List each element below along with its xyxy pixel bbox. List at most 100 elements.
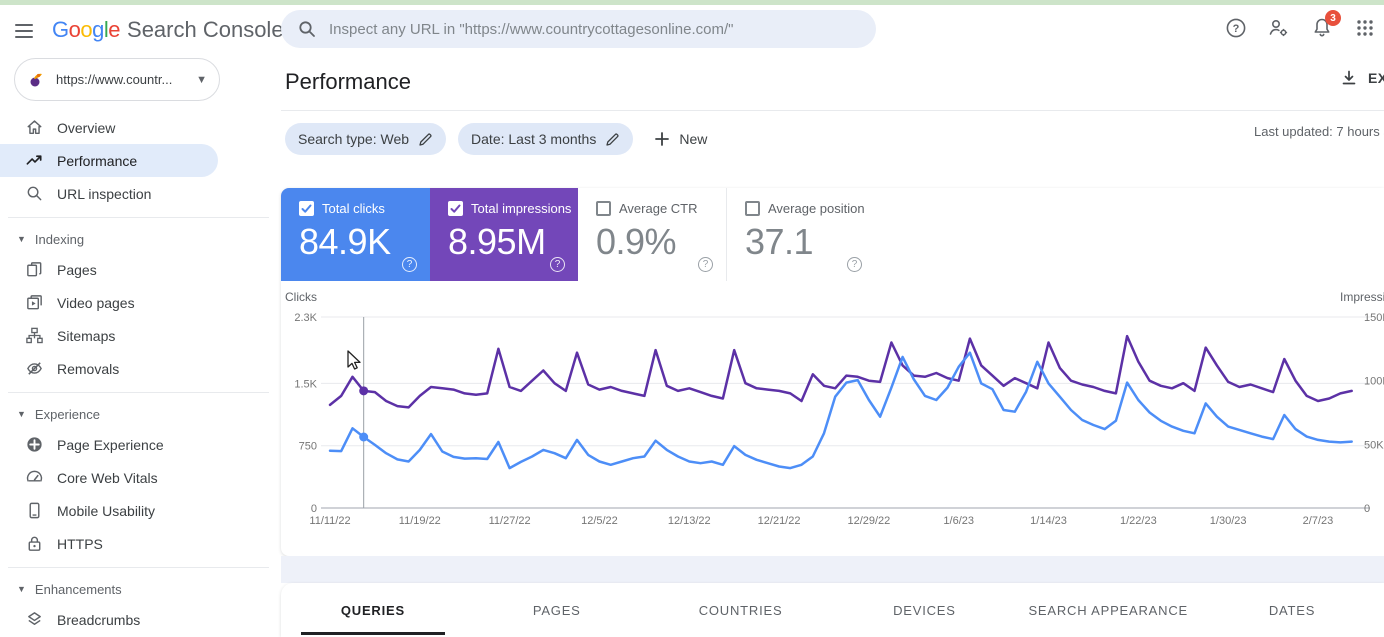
pages-icon: [25, 260, 44, 279]
notifications-button[interactable]: 3: [1309, 10, 1341, 41]
tab-label: QUERIES: [340, 602, 405, 618]
google-wordmark: Google: [52, 17, 121, 42]
edit-pencil-icon: [419, 132, 432, 146]
help-icon[interactable]: ?: [402, 257, 417, 272]
breadcrumbs-icon: [25, 610, 44, 629]
filter-label: Search type: Web: [298, 131, 410, 147]
lock-icon: [25, 534, 44, 553]
collapse-triangle-icon: ▼: [17, 234, 26, 244]
svg-text:0: 0: [311, 503, 317, 515]
sidebar-item-overview[interactable]: Overview: [0, 111, 218, 144]
search-type-filter-chip[interactable]: Search type: Web: [285, 123, 447, 155]
svg-text:12/29/22: 12/29/22: [847, 515, 890, 527]
page-title: Performance: [285, 69, 411, 94]
collapse-triangle-icon: ▼: [17, 584, 26, 594]
section-indexing[interactable]: ▼ Indexing: [0, 225, 281, 253]
section-experience[interactable]: ▼ Experience: [0, 400, 281, 428]
url-inspection-icon: [25, 184, 44, 203]
tab-dates[interactable]: DATES: [1200, 583, 1384, 637]
line-chart[interactable]: 2.3K 1.5K 750 0 150K 100K 50K 0 Clicks Impression…: [281, 281, 1384, 556]
url-inspect-searchbar[interactable]: [281, 10, 876, 48]
sidebar-item-label: Mobile Usability: [57, 502, 156, 519]
tab-devices[interactable]: DEVICES: [832, 583, 1016, 637]
metric-label: Total clicks: [322, 201, 385, 216]
filter-label: Date: Last 3 months: [471, 131, 597, 147]
sidebar-item-video-pages[interactable]: Video pages: [0, 286, 218, 319]
search-input[interactable]: [329, 20, 860, 38]
svg-text:11/11/22: 11/11/22: [309, 515, 350, 527]
svg-text:12/13/22: 12/13/22: [668, 515, 711, 527]
help-icon[interactable]: ?: [698, 257, 713, 272]
metric-label: Average position: [768, 201, 865, 216]
tab-countries[interactable]: COUNTRIES: [649, 583, 833, 637]
section-label: Indexing: [34, 231, 85, 247]
section-label: Experience: [34, 406, 100, 422]
mobile-usability-icon: [25, 501, 44, 520]
svg-text:11/19/22: 11/19/22: [399, 515, 441, 527]
date-filter-chip[interactable]: Date: Last 3 months: [458, 123, 634, 155]
svg-text:1/6/23: 1/6/23: [943, 515, 974, 527]
page-header: Performance EXPORT: [281, 56, 1384, 110]
user-settings-button[interactable]: [1266, 15, 1292, 41]
sidebar-item-performance[interactable]: Performance: [0, 144, 218, 177]
divider: [8, 567, 269, 568]
svg-text:12/21/22: 12/21/22: [758, 515, 801, 527]
download-icon: [1342, 70, 1356, 85]
edit-pencil-icon: [606, 132, 619, 146]
home-icon: [25, 118, 44, 137]
property-selector[interactable]: https://www.countr... ▼: [14, 58, 220, 101]
checkbox-unchecked-icon[interactable]: [745, 201, 760, 216]
filter-bar: Search type: Web Date: Last 3 months New: [285, 117, 715, 161]
average-position-card[interactable]: Average position 37.1 ?: [726, 188, 875, 281]
checkbox-checked-icon[interactable]: [448, 201, 463, 216]
help-button[interactable]: ?: [1223, 15, 1249, 41]
sidebar-item-label: Overview: [57, 119, 116, 136]
sidebar-item-breadcrumbs[interactable]: Breadcrumbs: [0, 603, 218, 636]
tab-queries[interactable]: QUERIES: [281, 583, 465, 637]
sidebar-item-removals[interactable]: Removals: [0, 352, 218, 385]
app-logo[interactable]: Google Search Console: [52, 15, 284, 45]
metric-label: Total impressions: [471, 201, 572, 216]
menu-icon[interactable]: [12, 19, 36, 43]
apps-grid-button[interactable]: [1352, 15, 1378, 41]
sidebar-item-label: Breadcrumbs: [57, 611, 141, 628]
svg-text:?: ?: [1233, 23, 1240, 35]
svg-text:1/14/23: 1/14/23: [1030, 515, 1067, 527]
total-clicks-card[interactable]: Total clicks 84.9K ?: [281, 188, 430, 281]
removals-icon: [25, 359, 44, 378]
sidebar-item-sitemaps[interactable]: Sitemaps: [0, 319, 218, 352]
panel-gap: [281, 556, 1384, 583]
tab-pages[interactable]: PAGES: [465, 583, 649, 637]
checkbox-checked-icon[interactable]: [299, 201, 314, 216]
sidebar-item-https[interactable]: HTTPS: [0, 527, 218, 560]
svg-text:50K: 50K: [1364, 439, 1384, 451]
tab-label: DEVICES: [893, 602, 956, 618]
svg-text:Clicks: Clicks: [285, 290, 317, 304]
tab-search-appearance[interactable]: SEARCH APPEARANCE: [1016, 583, 1200, 637]
core-web-vitals-icon: [25, 468, 44, 487]
section-enhancements[interactable]: ▼ Enhancements: [0, 575, 281, 603]
average-ctr-card[interactable]: Average CTR 0.9% ?: [578, 188, 726, 281]
sidebar-item-label: Video pages: [57, 294, 135, 311]
new-filter-button[interactable]: New: [645, 130, 715, 148]
page-experience-icon: [25, 435, 44, 454]
sidebar-item-page-experience[interactable]: Page Experience: [0, 428, 218, 461]
performance-panel: Total clicks 84.9K ? Total impressions 8…: [281, 188, 1384, 556]
sidebar-item-core-web-vitals[interactable]: Core Web Vitals: [0, 461, 218, 494]
help-icon[interactable]: ?: [847, 257, 862, 272]
svg-text:1/22/23: 1/22/23: [1120, 515, 1157, 527]
export-button[interactable]: EXPORT: [1340, 69, 1384, 87]
svg-text:750: 750: [299, 441, 317, 453]
sidebar-item-url-inspection[interactable]: URL inspection: [0, 177, 218, 210]
performance-chart[interactable]: 2.3K 1.5K 750 0 150K 100K 50K 0 Clicks Impression…: [281, 281, 1384, 556]
collapse-triangle-icon: ▼: [17, 409, 26, 419]
sidebar-item-pages[interactable]: Pages: [0, 253, 218, 286]
top-app-bar: Google Search Console ? 3: [0, 5, 1384, 56]
section-label: Enhancements: [34, 581, 122, 597]
help-icon[interactable]: ?: [550, 257, 565, 272]
total-impressions-card[interactable]: Total impressions 8.95M ?: [430, 188, 578, 281]
metric-cards: Total clicks 84.9K ? Total impressions 8…: [281, 188, 1384, 281]
sidebar-item-mobile-usability[interactable]: Mobile Usability: [0, 494, 218, 527]
checkbox-unchecked-icon[interactable]: [596, 201, 611, 216]
help-icon: ?: [1226, 18, 1246, 38]
